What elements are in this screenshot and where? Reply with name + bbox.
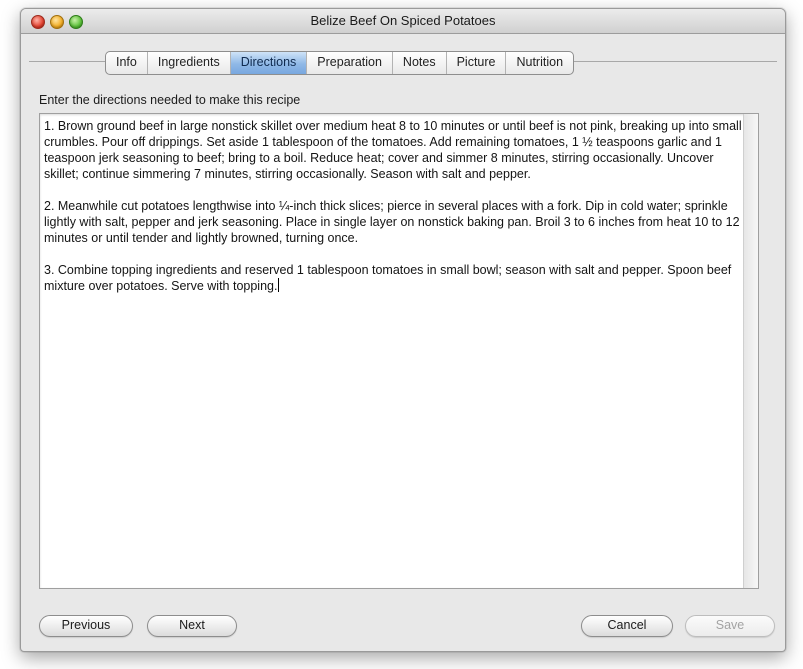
- tab-ingredients[interactable]: Ingredients: [148, 52, 231, 74]
- vertical-scrollbar[interactable]: [743, 114, 758, 588]
- tab-nutrition[interactable]: Nutrition: [506, 52, 573, 74]
- previous-button[interactable]: Previous: [39, 615, 133, 637]
- directions-textarea[interactable]: 1. Brown ground beef in large nonstick s…: [39, 113, 759, 589]
- tab-preparation[interactable]: Preparation: [307, 52, 393, 74]
- window-title: Belize Beef On Spiced Potatoes: [310, 13, 496, 28]
- text-caret: [278, 278, 280, 292]
- tab-bar: Info Ingredients Directions Preparation …: [105, 51, 575, 75]
- title-bar[interactable]: Belize Beef On Spiced Potatoes: [21, 9, 785, 34]
- tab-directions[interactable]: Directions: [230, 52, 308, 74]
- directions-prompt: Enter the directions needed to make this…: [39, 93, 301, 107]
- next-button[interactable]: Next: [147, 615, 237, 637]
- tab-picture[interactable]: Picture: [447, 52, 507, 74]
- cancel-button[interactable]: Cancel: [581, 615, 673, 637]
- recipe-window: Belize Beef On Spiced Potatoes Info Ingr…: [20, 8, 786, 652]
- directions-text[interactable]: 1. Brown ground beef in large nonstick s…: [44, 118, 742, 310]
- direction-step-1: 1. Brown ground beef in large nonstick s…: [44, 119, 742, 181]
- direction-step-2: 2. Meanwhile cut potatoes lengthwise int…: [44, 199, 740, 245]
- save-button[interactable]: Save: [685, 615, 775, 637]
- direction-step-3-line: 3. Combine topping ingredients and reser…: [44, 262, 742, 294]
- direction-step-3: 3. Combine topping ingredients and reser…: [44, 263, 732, 293]
- tab-info[interactable]: Info: [106, 52, 148, 74]
- tab-notes[interactable]: Notes: [393, 52, 447, 74]
